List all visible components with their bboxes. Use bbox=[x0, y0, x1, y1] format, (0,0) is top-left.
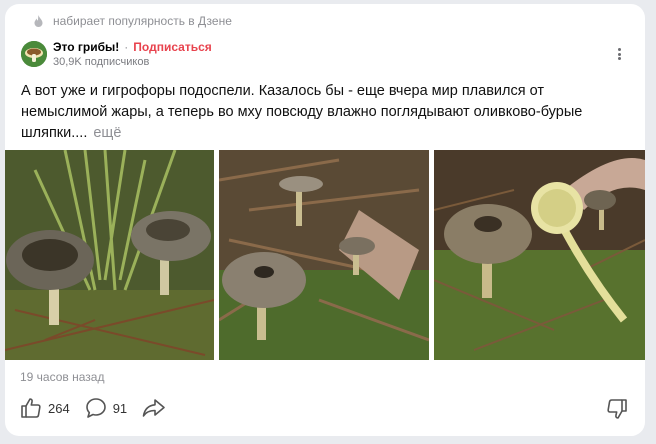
subscriber-count: 30,9K подписчиков bbox=[53, 56, 150, 68]
read-more-link[interactable]: ещё bbox=[93, 125, 121, 141]
like-count: 264 bbox=[48, 400, 70, 416]
more-vertical-icon[interactable] bbox=[611, 46, 627, 62]
flame-icon bbox=[34, 15, 43, 27]
channel-avatar[interactable] bbox=[21, 41, 47, 67]
photo-3[interactable] bbox=[434, 150, 645, 360]
post-card: набирает популярность в Дзене Это грибы!… bbox=[5, 4, 645, 436]
channel-name[interactable]: Это грибы! bbox=[53, 40, 119, 54]
post-time: 19 часов назад bbox=[20, 370, 105, 384]
thumbs-down-icon bbox=[607, 399, 627, 419]
action-bar: 264 91 bbox=[19, 396, 186, 420]
trending-text: набирает популярность в Дзене bbox=[53, 14, 232, 28]
photo-gallery bbox=[5, 150, 645, 360]
comment-icon bbox=[85, 398, 106, 418]
thumbs-up-icon bbox=[21, 398, 41, 418]
share-icon bbox=[142, 399, 165, 417]
trending-label: набирает популярность в Дзене bbox=[33, 14, 232, 28]
like-button[interactable]: 264 bbox=[19, 396, 70, 420]
comment-button[interactable]: 91 bbox=[84, 396, 127, 420]
post-text[interactable]: А вот уже и гигрофоры подоспели. Казалос… bbox=[21, 81, 633, 144]
separator-dot: · bbox=[124, 40, 129, 54]
share-button[interactable] bbox=[141, 396, 172, 420]
dislike-button[interactable] bbox=[605, 397, 629, 426]
photo-1[interactable] bbox=[5, 150, 214, 360]
photo-2[interactable] bbox=[219, 150, 429, 360]
comment-count: 91 bbox=[112, 400, 128, 416]
channel-header: Это грибы! · Подписаться bbox=[53, 40, 212, 54]
subscribe-button[interactable]: Подписаться bbox=[133, 40, 211, 54]
